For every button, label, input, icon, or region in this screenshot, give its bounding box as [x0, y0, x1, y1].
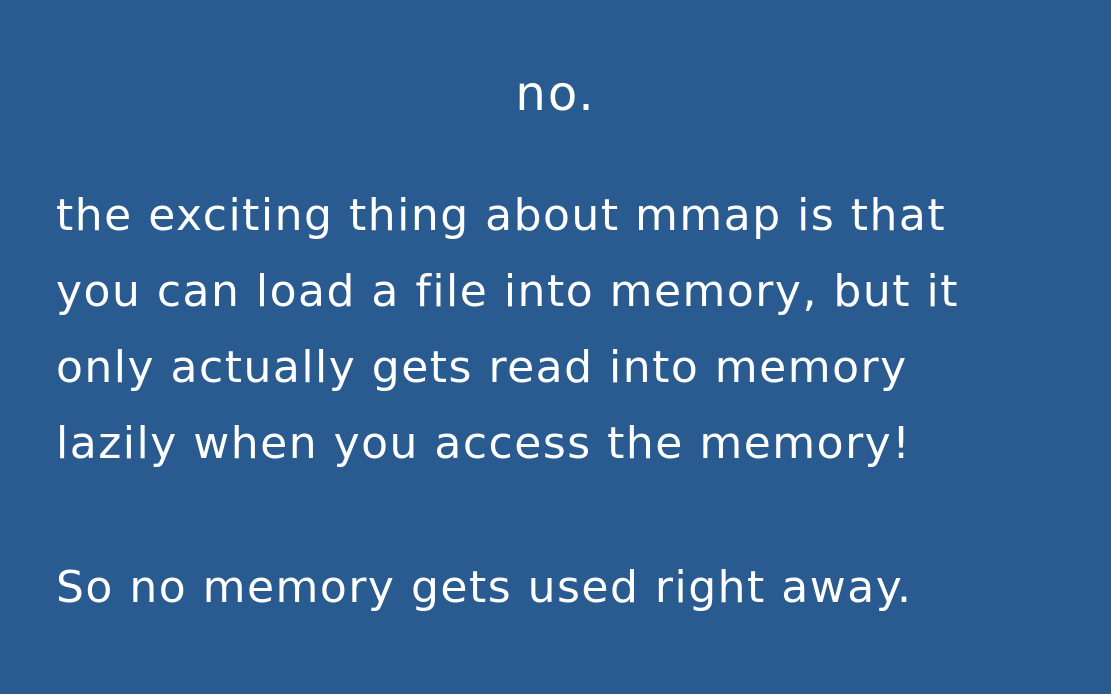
paragraph-line-3: only actually gets read into memory: [56, 342, 908, 393]
paragraph-line-2: you can load a file into memory, but it: [56, 266, 959, 317]
paragraph-line-1: the exciting thing about mmap is that: [56, 190, 947, 241]
explanation-paragraph: the exciting thing about mmap is that yo…: [56, 178, 1096, 482]
closing-sentence: So no memory gets used right away.: [56, 562, 913, 613]
slide: no. the exciting thing about mmap is tha…: [0, 0, 1111, 694]
paragraph-line-4: lazily when you access the memory!: [56, 418, 912, 469]
slide-title: no.: [515, 66, 596, 122]
